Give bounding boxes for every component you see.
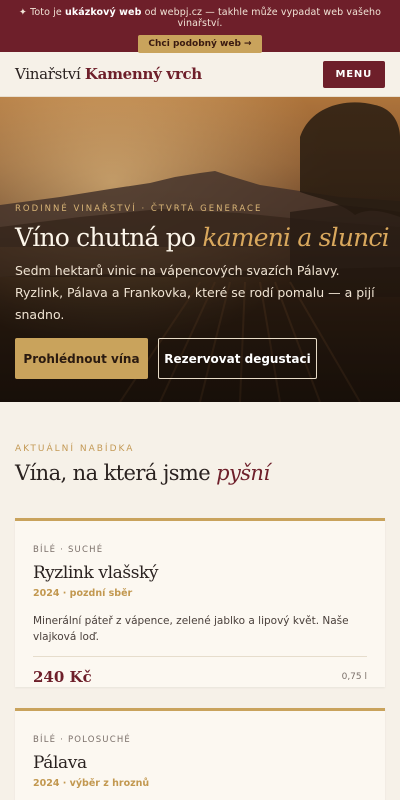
wine-meta: BÍLÉ · POLOSUCHÉ <box>33 735 132 745</box>
browse-wines-button[interactable]: Prohlédnout vína <box>15 338 148 379</box>
promo-text: ✦ Toto je ukázkový web od webpj.cz — tak… <box>0 7 400 29</box>
offer-title: Vína, na která jsme pyšní <box>15 461 385 485</box>
brand-logo[interactable]: Vinařství Kamenný vrch <box>15 65 202 83</box>
wine-meta: BÍLÉ · SUCHÉ <box>33 545 104 555</box>
offer-section: AKTUÁLNÍ NABÍDKA Vína, na která jsme pyš… <box>0 402 400 485</box>
wine-price: 240 Kč <box>33 668 92 686</box>
brand-prefix: Vinařství <box>15 65 85 83</box>
offer-title-accent: pyšní <box>216 461 270 485</box>
brand-accent: Kamenný vrch <box>84 65 202 83</box>
hero-title-accent: kameni a slunci <box>202 223 389 252</box>
wine-name: Ryzlink vlašský <box>33 563 159 583</box>
hero-title: Víno chutná po kameni a slunci <box>15 223 390 252</box>
wine-card[interactable]: BÍLÉ · SUCHÉ Ryzlink vlašský 2024 · pozd… <box>15 518 385 687</box>
hero-actions: Prohlédnout vína Rezervovat degustaci <box>15 338 385 379</box>
wine-description: Minerální páteř z vápence, zelené jablko… <box>33 613 367 657</box>
wine-vintage: 2024 · výběr z hroznů <box>33 778 150 789</box>
hero-section: RODINNÉ VINAŘSTVÍ · ČTVRTÁ GENERACE Víno… <box>0 97 400 402</box>
promo-bold: ukázkový web <box>64 7 142 18</box>
hero-description: Sedm hektarů vinic na vápencových svazíc… <box>15 263 375 322</box>
book-tasting-button[interactable]: Rezervovat degustaci <box>158 338 317 379</box>
wine-card-footer: 240 Kč 0,75 l <box>33 657 367 697</box>
promo-prefix: ✦ Toto je <box>18 7 65 18</box>
offer-eyebrow: AKTUÁLNÍ NABÍDKA <box>15 444 135 454</box>
hero-content: RODINNÉ VINAŘSTVÍ · ČTVRTÁ GENERACE Víno… <box>15 204 390 379</box>
hero-eyebrow: RODINNÉ VINAŘSTVÍ · ČTVRTÁ GENERACE <box>15 204 263 214</box>
promo-suffix: od webpj.cz — takhle může vypadat web va… <box>141 7 382 29</box>
hero-title-plain: Víno chutná po <box>15 223 203 252</box>
wine-volume: 0,75 l <box>341 672 367 682</box>
menu-button[interactable]: MENU <box>322 60 385 88</box>
promo-banner: ✦ Toto je ukázkový web od webpj.cz — tak… <box>0 0 400 53</box>
wine-card[interactable]: BÍLÉ · POLOSUCHÉ Pálava 2024 · výběr z h… <box>15 708 385 800</box>
promo-cta-button[interactable]: Chci podobný web → <box>138 35 262 53</box>
wine-vintage: 2024 · pozdní sběr <box>33 588 133 599</box>
wine-name: Pálava <box>33 753 87 773</box>
offer-title-plain: Vína, na která jsme <box>15 461 217 485</box>
site-header: Vinařství Kamenný vrch MENU <box>0 52 400 97</box>
